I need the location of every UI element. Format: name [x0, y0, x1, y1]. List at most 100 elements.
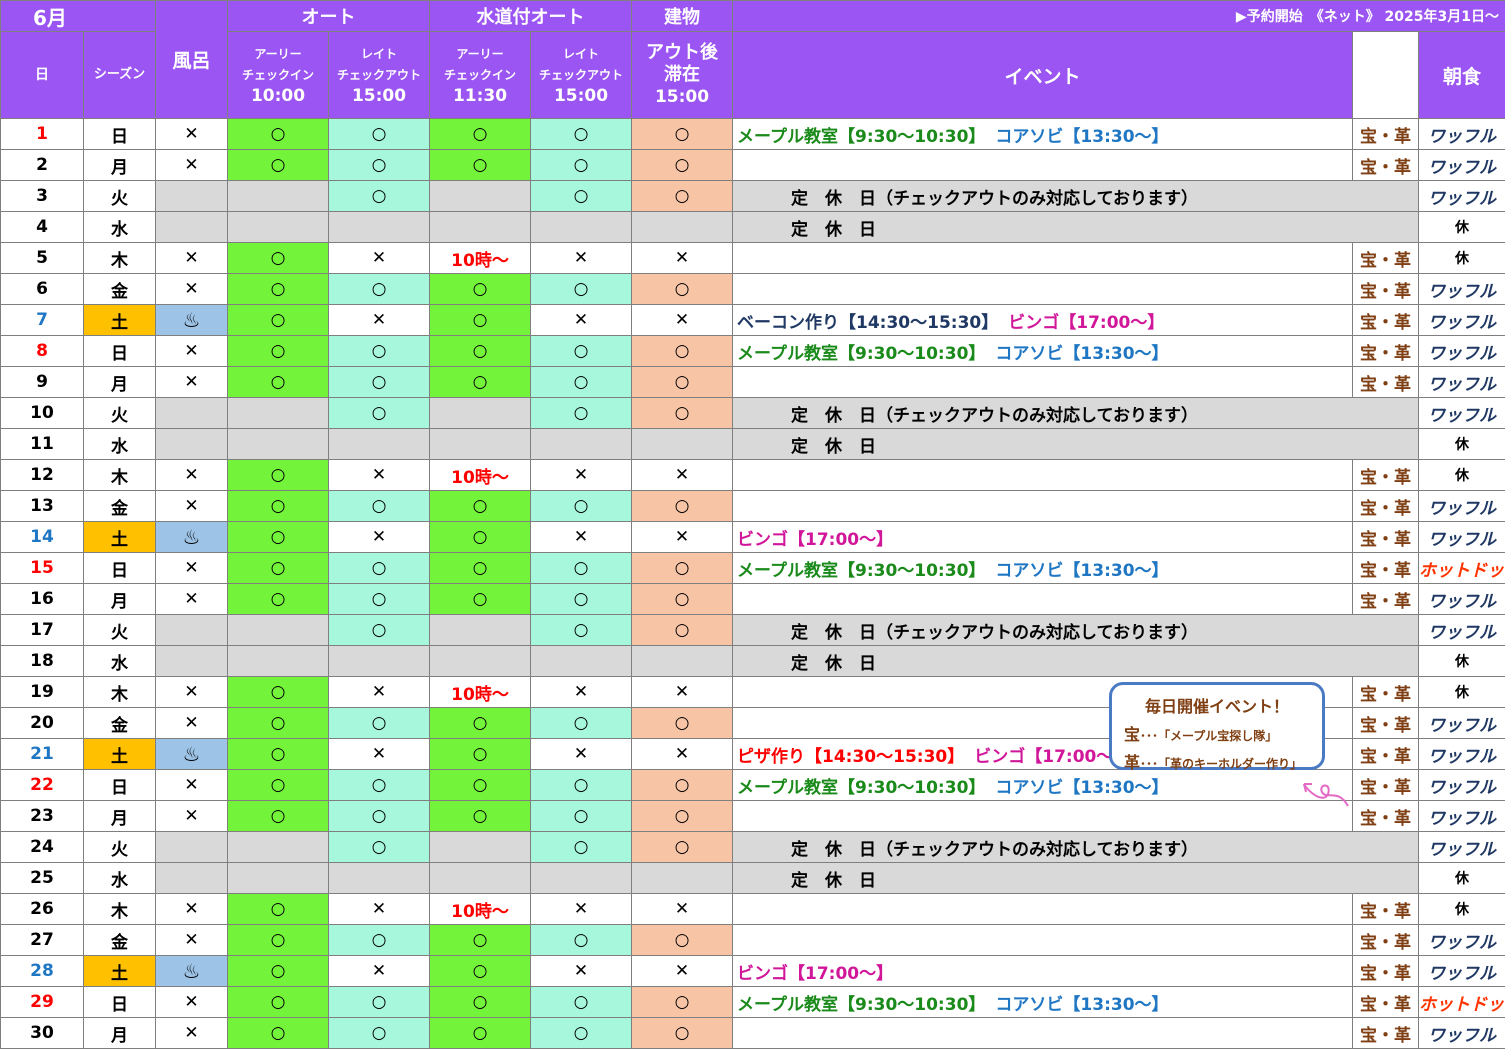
auto-early-cell: ○: [227, 986, 330, 1018]
building-stay-cell: ○: [631, 924, 734, 956]
weekday: 火: [82, 831, 157, 863]
event-bingo: ビンゴ【17:00～】: [974, 746, 1131, 767]
bath-cell: ✕: [155, 459, 229, 491]
water-late-cell: ○: [530, 924, 633, 956]
water-early-cell: ○: [429, 335, 532, 367]
auto-early-cell: [227, 645, 330, 677]
building-stay-cell: ○: [631, 180, 734, 212]
weekday: 金: [82, 924, 157, 956]
day-number: 19: [0, 676, 84, 708]
weekday: 水: [82, 211, 157, 243]
event-cell: ビンゴ【17:00～】: [732, 955, 1354, 987]
day-number: 11: [0, 428, 84, 460]
auto-late-cell: ✕: [328, 521, 431, 553]
water-late-cell: ○: [530, 397, 633, 429]
table-row: 15 日 ✕ ○ ○ ○ ○ ○ メープル教室【9:30～10:30】 コアソビ【13:30～】宝…: [0, 552, 1505, 584]
bath-header: 風呂: [155, 0, 229, 119]
auto-late-cell: ✕: [328, 676, 431, 708]
auto-late-time: 15:00: [351, 85, 407, 106]
day-number: 17: [0, 614, 84, 646]
water-early-cell: ○: [429, 955, 532, 987]
bath-cell: ✕: [155, 893, 229, 925]
auto-early-cell: ○: [227, 335, 330, 367]
day-number: 12: [0, 459, 84, 491]
bath-cell: [155, 645, 229, 677]
bath-cell: [155, 180, 229, 212]
event-coasobi: コアソビ【13:30～】: [995, 994, 1169, 1015]
auto-early-cell: ○: [227, 490, 330, 522]
reservation-note: ▶予約開始 《ネット》 2025年3月1日～: [732, 0, 1505, 32]
weekday: 日: [82, 118, 157, 150]
water-early-cell: ○: [429, 738, 532, 770]
auto-early-cell: ○: [227, 521, 330, 553]
table-row: 14 土 ♨ ○ ✕ ○ ✕ ✕ ビンゴ【17:00～】 宝・革 ワッフル: [0, 521, 1505, 553]
weekday: 土: [82, 738, 157, 770]
takara-kawa-label: 宝・革: [1352, 552, 1420, 584]
auto-early-cell: ○: [227, 459, 330, 491]
auto-early-cell: ○: [227, 552, 330, 584]
auto-late-cell: ○: [328, 924, 431, 956]
water-late-cell: ○: [530, 769, 633, 801]
auto-late-cell: ○: [328, 118, 431, 150]
day-number: 4: [0, 211, 84, 243]
table-row: 10 火 ○ ○ ○ 定 休 日（チェックアウトのみ対応しております） ワッフル: [0, 397, 1505, 429]
water-early-line2: チェックイン: [444, 67, 517, 82]
water-late-line1: レイト: [563, 46, 600, 61]
table-row: 27 金 ✕ ○ ○ ○ ○ ○ 宝・革 ワッフル: [0, 924, 1505, 956]
auto-early-cell: ○: [227, 769, 330, 801]
weekday: 土: [82, 955, 157, 987]
callout-pointer-arrow-icon: [1303, 783, 1349, 807]
callout-line2-text: ･･･「革のキーホルダー作り」: [1140, 757, 1303, 771]
event-closed-notice: 定 休 日（チェックアウトのみ対応しております）: [732, 614, 1420, 646]
auto-early-cell: ○: [227, 118, 330, 150]
event-coasobi: コアソビ【13:30～】: [995, 777, 1169, 798]
bath-cell: ✕: [155, 676, 229, 708]
water-early-cell: ○: [429, 521, 532, 553]
callout-line1-text: ･･･「メープル宝探し隊」: [1140, 729, 1278, 743]
breakfast-cell: ワッフル: [1418, 614, 1505, 646]
table-row: 8 日 ✕ ○ ○ ○ ○ ○ メープル教室【9:30～10:30】 コアソビ【13:30～】 宝・…: [0, 335, 1505, 367]
auto-late-cell: ○: [328, 335, 431, 367]
water-late-cell: ○: [530, 552, 633, 584]
breakfast-cell: ワッフル: [1418, 955, 1505, 987]
table-row: 1 日 ✕ ○ ○ ○ ○ ○ メープル教室【9:30～10:30】 コアソビ【13:30～】 宝・…: [0, 118, 1505, 150]
auto-late-cell: ○: [328, 366, 431, 398]
building-stay-cell: ○: [631, 831, 734, 863]
bath-cell: ✕: [155, 769, 229, 801]
table-row: 11 水 定 休 日休: [0, 428, 1505, 460]
breakfast-cell: 休: [1418, 459, 1505, 491]
event-cell: [732, 583, 1354, 615]
event-maple: メープル教室【9:30～10:30】: [737, 343, 986, 364]
weekday: 日: [82, 335, 157, 367]
day-number: 2: [0, 149, 84, 181]
building-stay-cell: ✕: [631, 955, 734, 987]
event-maple: メープル教室【9:30～10:30】: [737, 560, 986, 581]
building-group-header: 建物: [631, 0, 734, 32]
breakfast-cell: ワッフル: [1418, 1017, 1505, 1049]
takara-kawa-label: 宝・革: [1352, 149, 1420, 181]
weekday: 木: [82, 893, 157, 925]
auto-early-time: 10:00: [250, 85, 306, 106]
event-bacon: ベーコン作り【14:30～15:30】: [737, 312, 999, 333]
event-cell: [732, 366, 1354, 398]
callout-line-1: 宝･･･「メープル宝探し隊」: [1124, 721, 1322, 745]
day-number: 7: [0, 304, 84, 336]
auto-early-cell: [227, 428, 330, 460]
water-late-cell: ○: [530, 366, 633, 398]
auto-early-cell: [227, 211, 330, 243]
water-early-checkin-header: アーリー チェックイン 11:30: [429, 31, 532, 119]
day-number: 14: [0, 521, 84, 553]
bath-icon: ♨: [155, 521, 229, 553]
breakfast-cell: ワッフル: [1418, 304, 1505, 336]
breakfast-cell: 休: [1418, 242, 1505, 274]
event-cell: [732, 459, 1354, 491]
weekday: 月: [82, 800, 157, 832]
event-cell: メープル教室【9:30～10:30】 コアソビ【13:30～】: [732, 118, 1354, 150]
auto-late-cell: ○: [328, 490, 431, 522]
breakfast-cell: ワッフル: [1418, 707, 1505, 739]
water-early-cell: ○: [429, 552, 532, 584]
bath-cell: ✕: [155, 583, 229, 615]
breakfast-header: 朝食: [1418, 31, 1505, 119]
building-stay-cell: ✕: [631, 676, 734, 708]
event-cell: [732, 490, 1354, 522]
